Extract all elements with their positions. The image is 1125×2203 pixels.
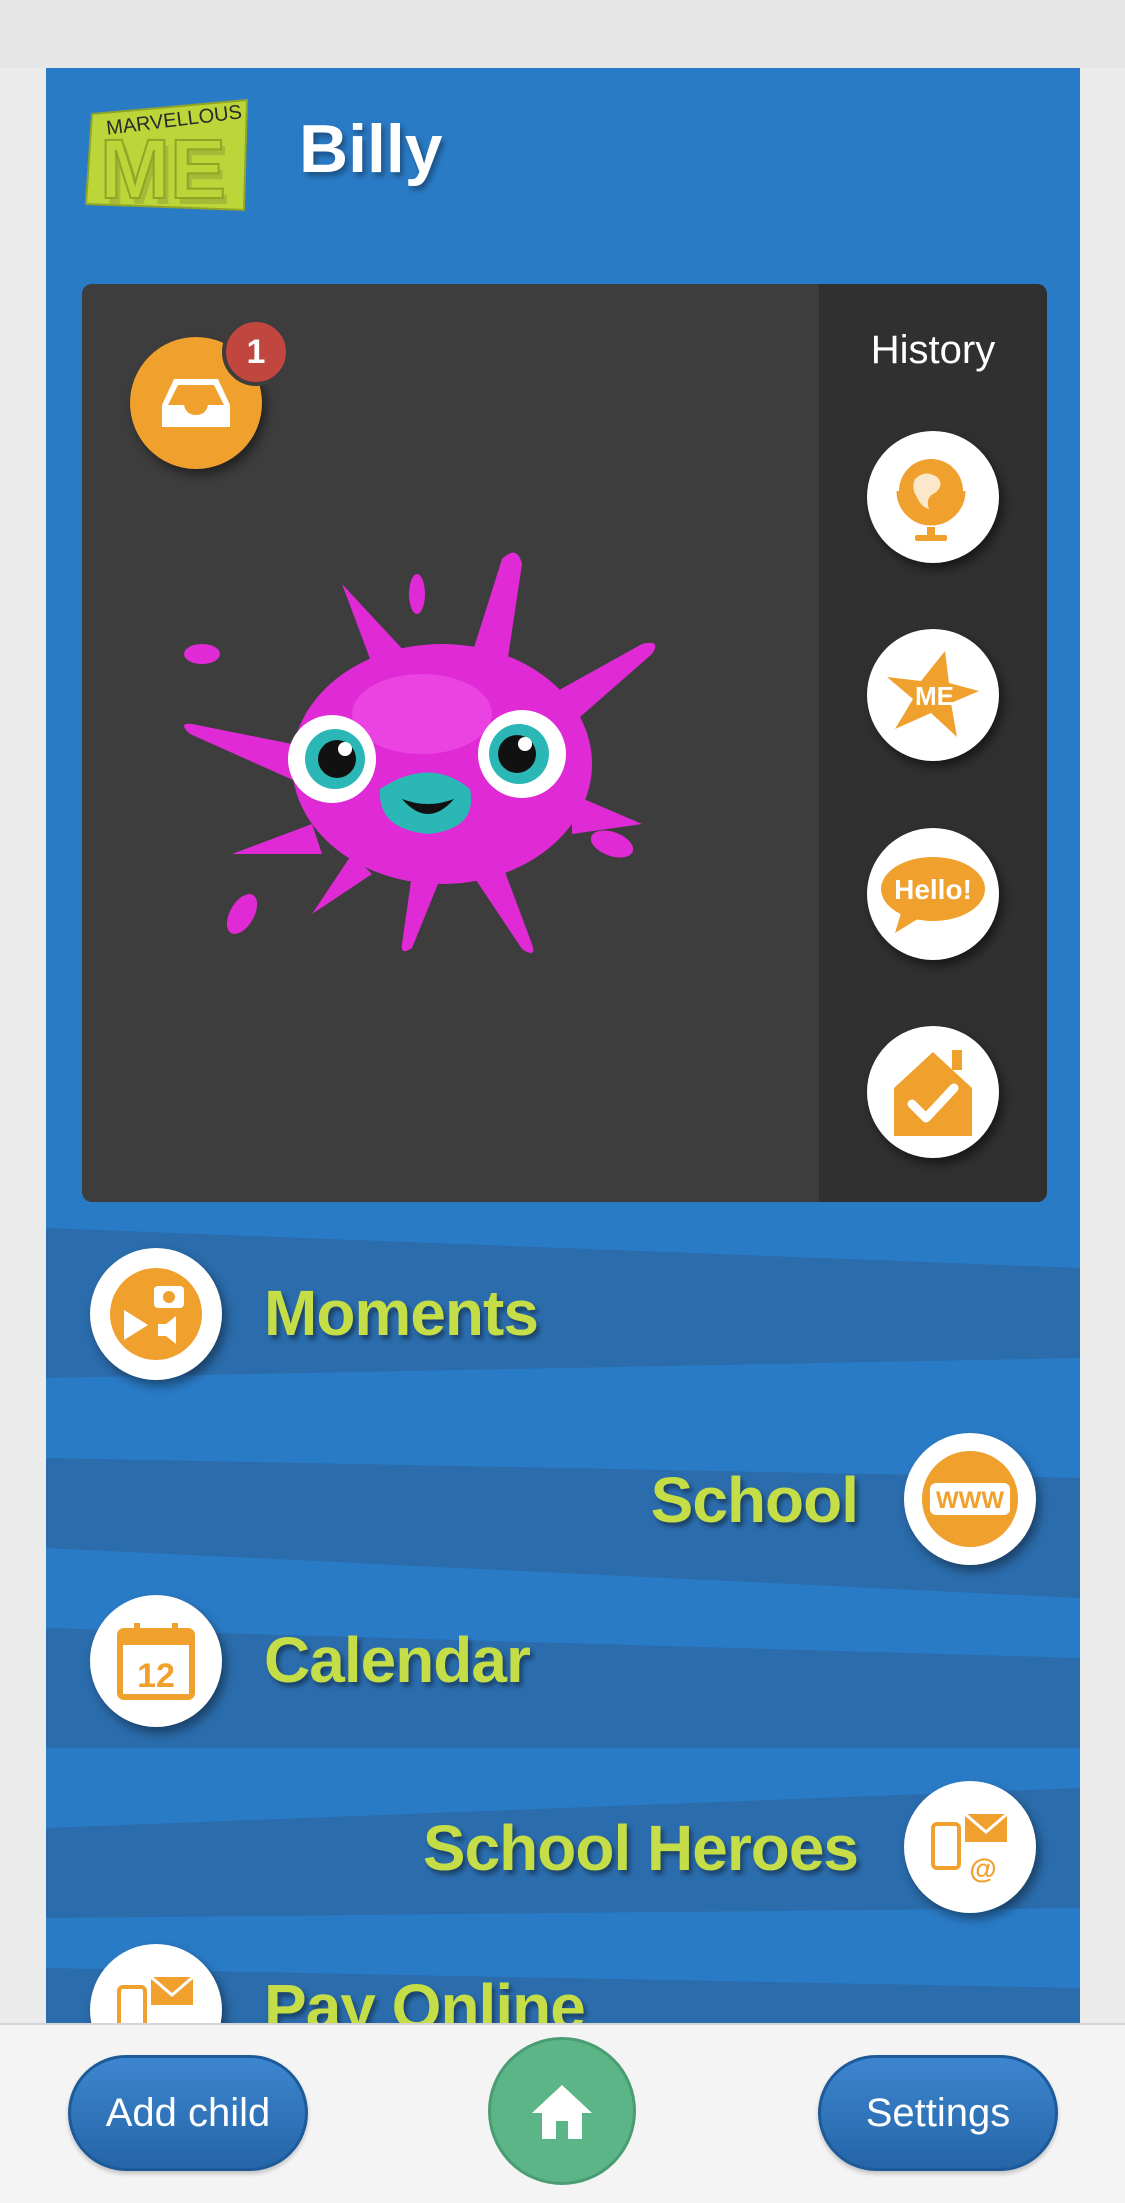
- svg-text:ME: ME: [100, 122, 226, 216]
- top-strip: [0, 0, 1125, 68]
- menu-item-moments[interactable]: Moments: [46, 1248, 1080, 1388]
- school-label: School: [650, 1464, 859, 1536]
- star-me-icon: ME: [887, 651, 979, 737]
- pay-online-icon-circle: [90, 1944, 222, 2023]
- school-heroes-icon-circle: @: [904, 1781, 1036, 1913]
- inbox-badge: 1: [222, 318, 290, 386]
- history-me-star-button[interactable]: ME: [867, 629, 999, 761]
- child-name[interactable]: Billy: [299, 110, 443, 188]
- phone-mail-icon: [117, 1975, 194, 2023]
- menu-item-calendar[interactable]: 12 Calendar: [46, 1595, 1080, 1735]
- phone-mail-icon: @: [931, 1812, 1008, 1884]
- history-title: History: [870, 328, 996, 372]
- history-hello-button[interactable]: Hello!: [867, 828, 999, 960]
- moments-icon-circle: [90, 1248, 222, 1380]
- school-icon-circle: WWW: [904, 1433, 1036, 1565]
- settings-button[interactable]: Settings: [818, 2055, 1058, 2171]
- calendar-label: Calendar: [264, 1624, 531, 1696]
- hello-bubble-icon: Hello!: [881, 857, 985, 933]
- bottom-toolbar: Add child Settings: [0, 2023, 1125, 2203]
- monster-avatar[interactable]: [172, 544, 712, 984]
- moments-label: Moments: [264, 1277, 539, 1349]
- main-panel: MARVELLOUS ME ME Billy 1 History ME Hell…: [46, 68, 1080, 2023]
- home-check-icon: [894, 1050, 972, 1136]
- school-heroes-label: School Heroes: [422, 1812, 859, 1884]
- calendar-icon-circle: 12: [90, 1595, 222, 1727]
- child-card: 1 History ME Hello!: [82, 284, 1047, 1202]
- pay-online-label: Pay Online: [264, 1971, 586, 2023]
- camera-play-icon: [110, 1268, 202, 1360]
- home-icon: [532, 2085, 592, 2139]
- main-menu: Moments School WWW 12 Calendar School He…: [46, 1228, 1080, 2023]
- add-child-button[interactable]: Add child: [68, 2055, 308, 2171]
- svg-text:Hello!: Hello!: [894, 874, 972, 905]
- history-homework-button[interactable]: [867, 1026, 999, 1158]
- menu-item-school[interactable]: School WWW: [46, 1433, 1080, 1573]
- history-globe-button[interactable]: [867, 431, 999, 563]
- home-button[interactable]: [488, 2037, 636, 2185]
- svg-text:@: @: [969, 1853, 996, 1884]
- svg-text:WWW: WWW: [936, 1487, 1004, 1514]
- svg-text:12: 12: [137, 1657, 175, 1695]
- header: MARVELLOUS ME ME Billy: [46, 68, 1080, 268]
- www-icon: WWW: [922, 1451, 1018, 1547]
- calendar-icon: 12: [117, 1623, 195, 1700]
- inbox-icon: [162, 379, 230, 427]
- history-column: History ME Hello!: [819, 284, 1047, 1202]
- menu-item-pay-online[interactable]: Pay Online: [46, 1944, 1080, 2023]
- menu-item-school-heroes[interactable]: School Heroes @: [46, 1781, 1080, 1921]
- globe-icon: [896, 459, 966, 541]
- svg-text:ME: ME: [915, 681, 954, 711]
- marvellous-me-logo: MARVELLOUS ME ME: [84, 98, 249, 222]
